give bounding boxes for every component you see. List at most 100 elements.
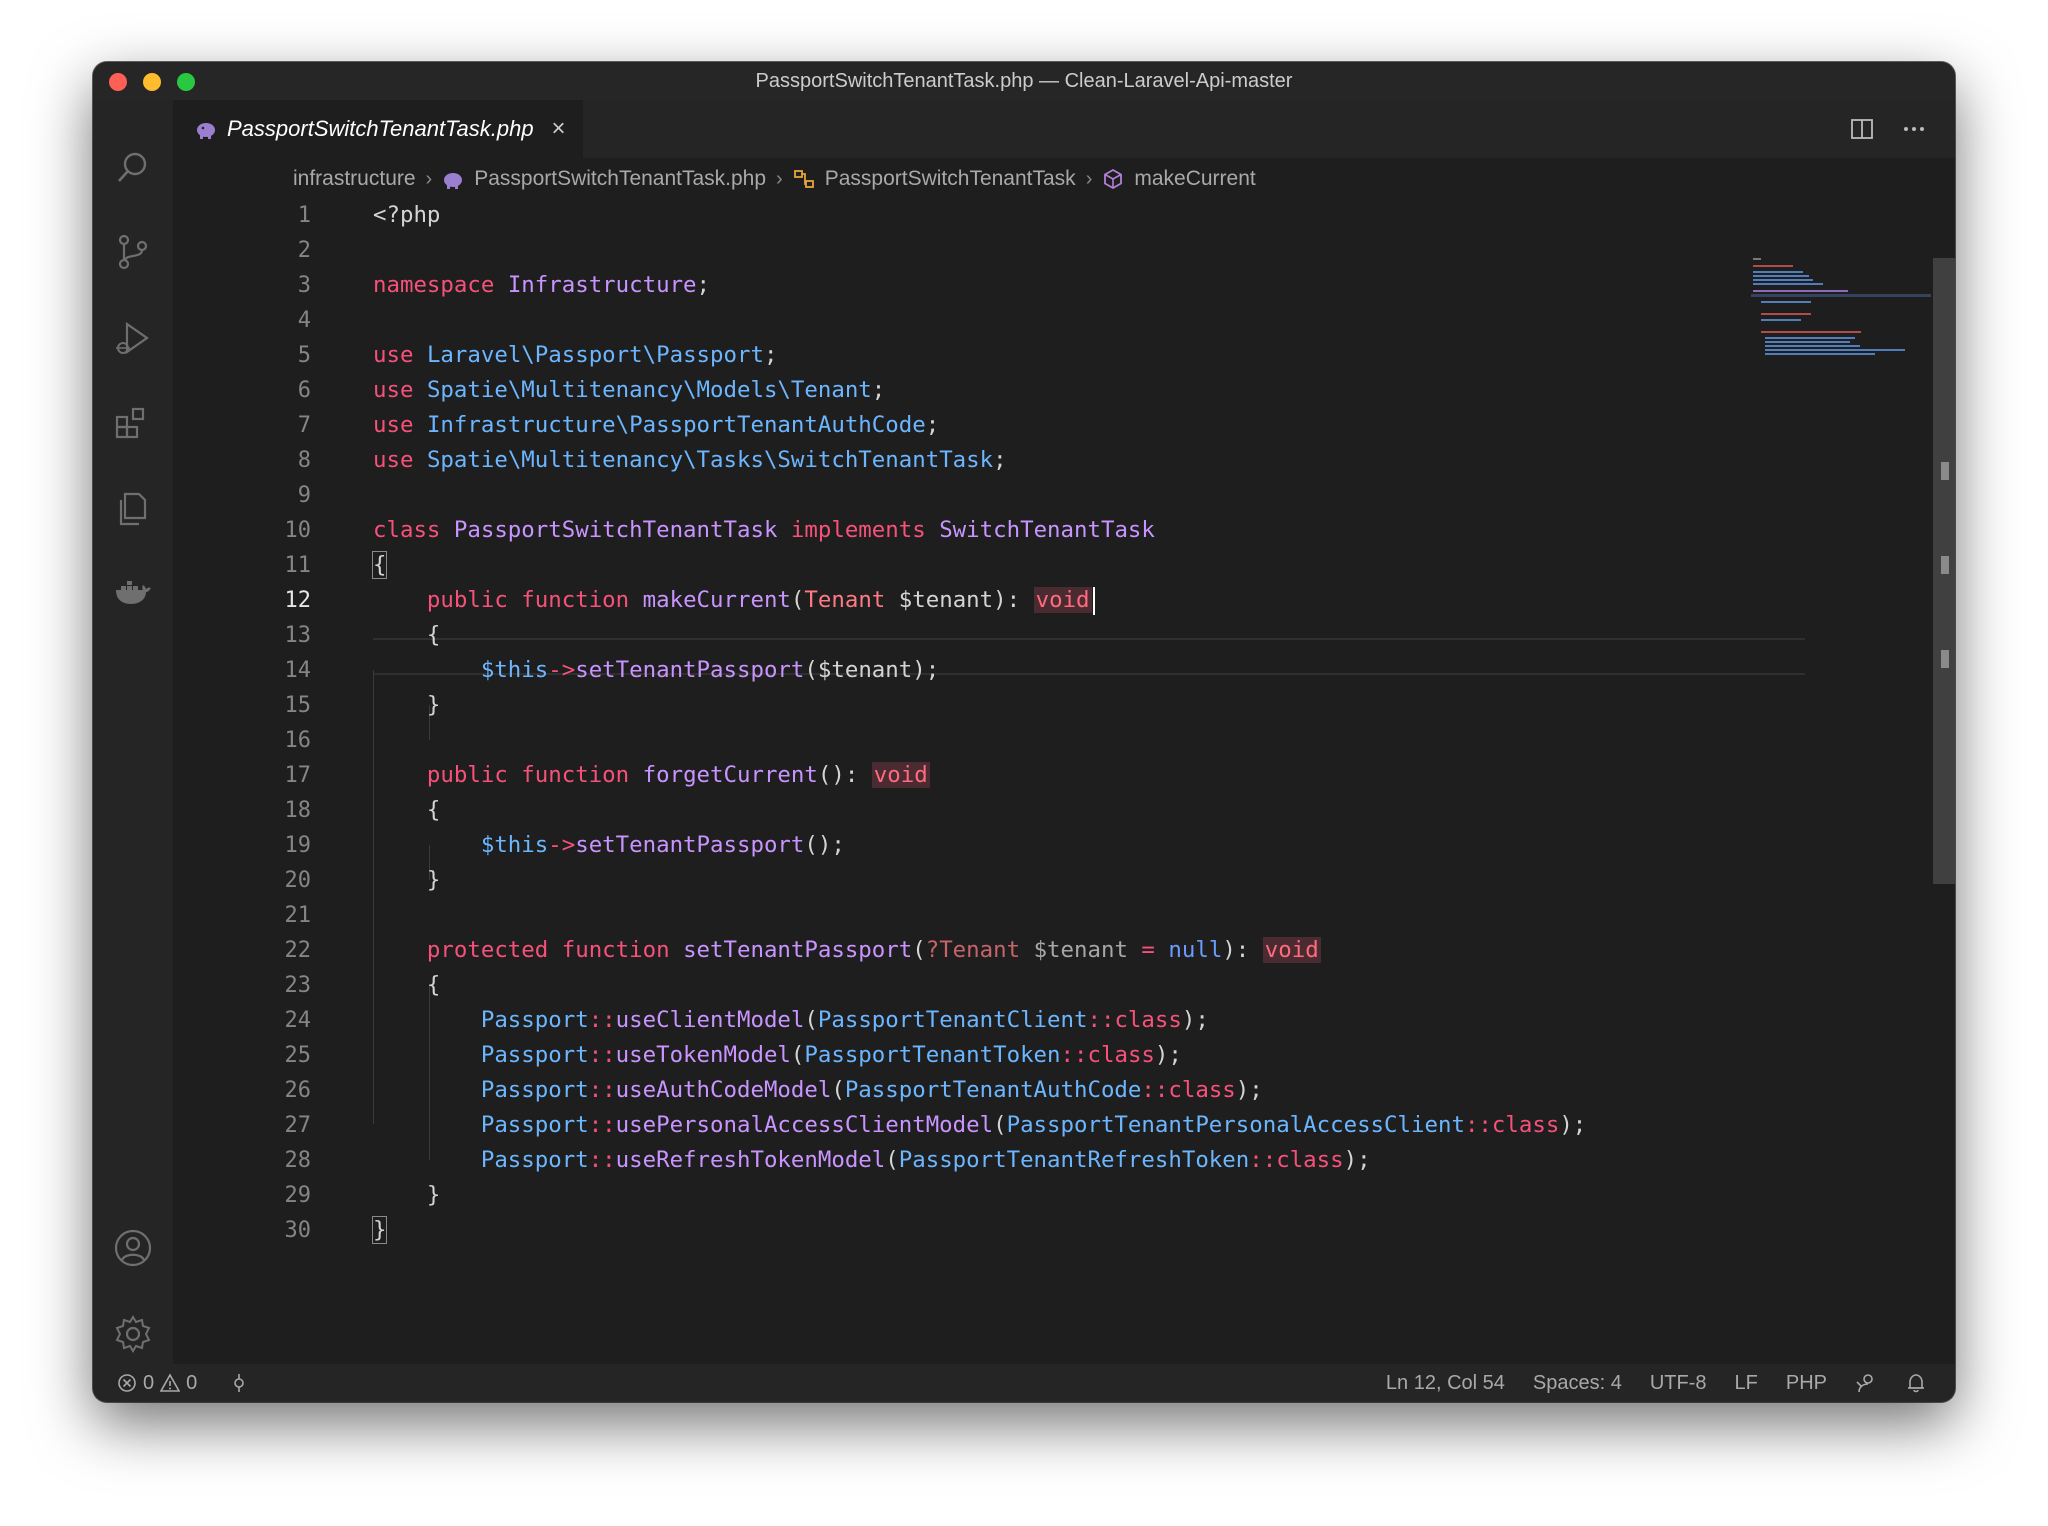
window-title: PassportSwitchTenantTask.php — Clean-Lar… [755,69,1293,92]
line-number: 20 [284,868,312,893]
search-icon[interactable] [113,148,153,188]
code-line-17: public function forgetCurrent(): void [426,762,930,788]
breadcrumb-class[interactable]: PassportSwitchTenantTask [825,167,1076,191]
code-line-6: use Spatie\Multitenancy\Models\Tenant; [373,377,886,403]
indentation[interactable]: Spaces: 4 [1533,1372,1622,1395]
code-line-14: $this->setTenantPassport($tenant); [480,657,940,683]
settings-gear-icon[interactable] [113,1314,153,1354]
code-line-3: namespace Infrastructure; [373,272,711,298]
code-line-24: Passport::useClientModel(PassportTenantC… [480,1007,1209,1033]
code-line-1: <?php [373,202,441,228]
breadcrumb-method[interactable]: makeCurrent [1134,167,1255,191]
breadcrumb-file[interactable]: PassportSwitchTenantTask.php [474,167,766,191]
error-icon [118,1374,136,1392]
code-line-25: Passport::useTokenModel(PassportTenantTo… [480,1042,1182,1068]
line-number: 4 [297,308,311,333]
editor-window: PassportSwitchTenantTask.php — Clean-Lar… [93,62,1955,1402]
line-number: 15 [284,693,312,718]
code-line-10: class PassportSwitchTenantTask implement… [373,517,1155,543]
end-of-line[interactable]: LF [1735,1372,1758,1395]
status-bar: 0 0 Ln 12, Col 54 Spaces: 4 UTF-8 LF PHP [93,1364,1955,1402]
account-icon[interactable] [113,1228,153,1268]
line-number: 25 [284,1043,312,1068]
line-number: 27 [284,1113,312,1138]
code-line-23: { [373,972,441,998]
zoom-window-button[interactable] [177,73,195,91]
code-line-8: use Spatie\Multitenancy\Tasks\SwitchTena… [373,447,1007,473]
breadcrumb: infrastructure › PassportSwitchTenantTas… [293,162,1256,196]
line-number: 1 [297,203,311,228]
line-number: 10 [284,518,312,543]
code-line-13: { [373,622,441,648]
status-left: 0 0 [117,1372,249,1395]
chevron-right-icon: › [1085,167,1093,190]
warning-count: 0 [186,1371,198,1394]
class-symbol-icon [793,170,814,188]
minimap[interactable] [1751,256,1931,366]
code-line-26: Passport::useAuthCodeModel(PassportTenan… [480,1077,1263,1103]
line-number: 2 [297,238,311,263]
minimize-window-button[interactable] [143,73,161,91]
line-number: 16 [284,728,312,753]
error-count: 0 [143,1371,155,1394]
line-number: 5 [297,343,311,368]
line-number: 21 [284,903,312,928]
line-number: 22 [284,938,312,963]
breadcrumb-folder[interactable]: infrastructure [293,167,416,191]
language-mode[interactable]: PHP [1786,1372,1827,1395]
docker-icon[interactable] [113,572,153,612]
code-line-11: { [371,551,388,579]
line-number: 3 [297,273,311,298]
more-actions-icon[interactable] [1901,116,1927,142]
method-symbol-icon [1104,168,1123,190]
line-number: 12 [284,588,312,613]
cursor-position[interactable]: Ln 12, Col 54 [1386,1372,1505,1395]
code-line-19: $this->setTenantPassport(); [480,832,845,858]
feedback-icon[interactable] [1855,1372,1877,1394]
php-elephant-icon [197,123,215,139]
line-number: 23 [284,973,312,998]
extensions-icon[interactable] [113,403,153,443]
code-editor[interactable]: 1 2 3 4 5 6 7 8 9 10 11 12 13 14 15 16 17 18 19 20 21 22 23 24 2… [173,198,1955,1364]
window-controls [109,73,195,91]
chevron-right-icon: › [776,167,783,190]
git-commit-icon[interactable] [229,1373,249,1393]
line-number: 18 [284,798,312,823]
problems-indicator[interactable]: 0 0 [117,1372,197,1395]
line-number: 13 [284,623,312,648]
editor-actions [1849,116,1927,142]
tab-bar: PassportSwitchTenantTask.php × [173,100,1955,158]
warning-icon [160,1373,181,1392]
line-number: 28 [284,1148,312,1173]
text-cursor [1092,586,1095,615]
line-number: 11 [284,553,312,578]
line-number: 24 [284,1008,312,1033]
code-line-18: { [373,797,441,823]
tab-passport-switch-tenant-task[interactable]: PassportSwitchTenantTask.php × [173,100,583,158]
code-line-15: } [373,692,441,718]
line-number: 6 [297,378,311,403]
php-elephant-icon [444,173,463,189]
source-control-icon[interactable] [113,232,153,272]
code-line-28: Passport::useRefreshTokenModel(PassportT… [480,1147,1371,1173]
line-number: 9 [297,483,311,508]
code-line-30: } [371,1216,388,1244]
line-number: 8 [297,448,311,473]
line-number: 17 [284,763,312,788]
run-debug-icon[interactable] [113,318,153,358]
code-line-7: use Infrastructure\PassportTenantAuthCod… [373,412,940,438]
tab-close-icon[interactable]: × [548,115,570,142]
split-editor-icon[interactable] [1849,116,1875,142]
line-number: 26 [284,1078,312,1103]
title-bar: PassportSwitchTenantTask.php — Clean-Lar… [93,62,1955,100]
notifications-bell-icon[interactable] [1905,1372,1927,1394]
tab-label: PassportSwitchTenantTask.php [227,116,534,141]
chevron-right-icon: › [425,167,433,190]
close-window-button[interactable] [109,73,127,91]
line-number: 19 [284,833,312,858]
explorer-icon[interactable] [113,488,153,528]
encoding[interactable]: UTF-8 [1650,1372,1707,1395]
code-line-12: public function makeCurrent(Tenant $tena… [373,583,1095,618]
code-line-27: Passport::usePersonalAccessClientModel(P… [480,1112,1587,1138]
line-number: 30 [284,1218,312,1243]
